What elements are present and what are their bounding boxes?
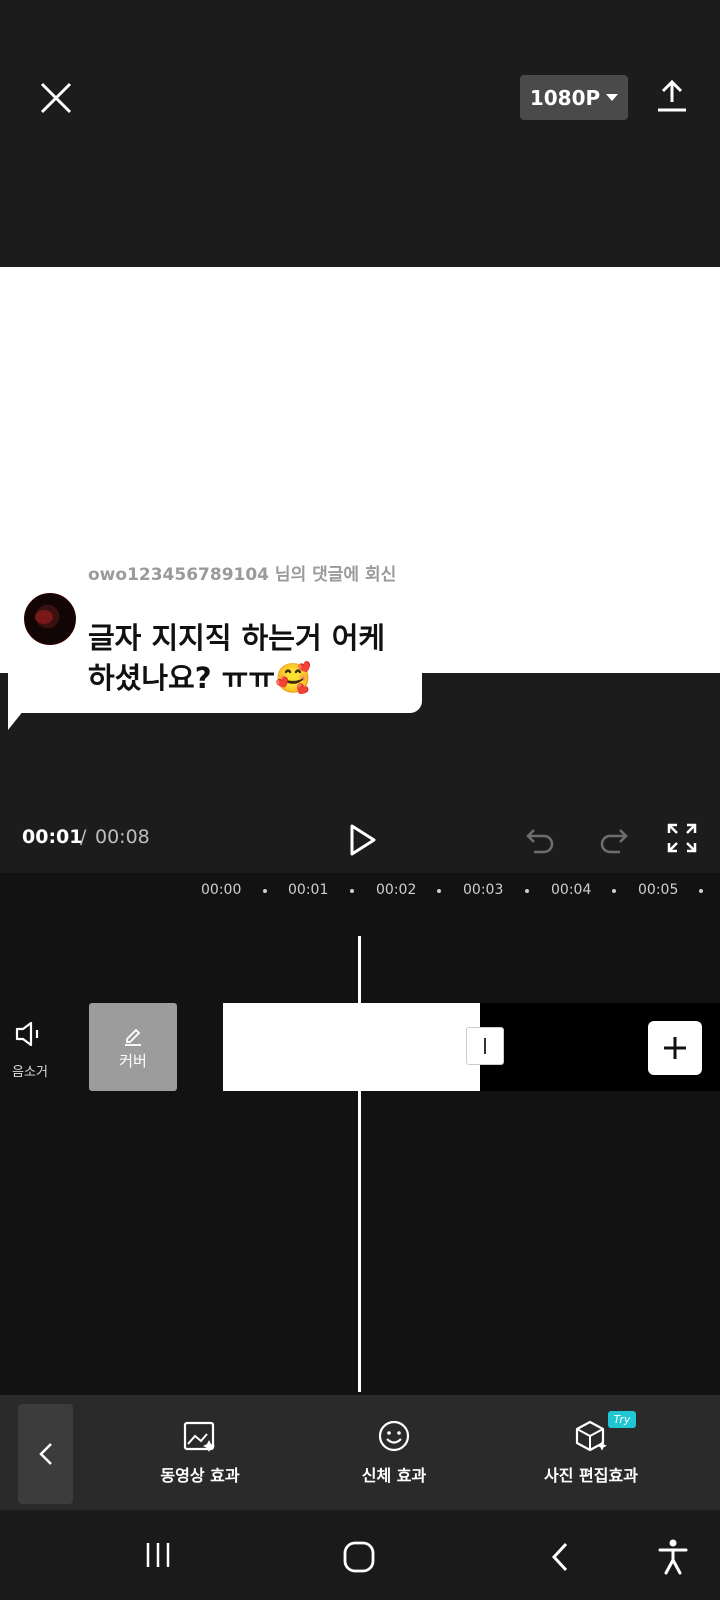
- undo-icon: [526, 829, 554, 854]
- cover-button[interactable]: 커버: [89, 1003, 177, 1091]
- accessibility-button[interactable]: [656, 1538, 690, 1576]
- ruler-dot: [350, 889, 354, 893]
- play-button[interactable]: [344, 822, 380, 858]
- current-time: 00:01: [22, 826, 83, 848]
- redo-icon: [600, 829, 628, 854]
- video-effect-icon: [183, 1421, 215, 1452]
- photo-effect-icon: [575, 1420, 607, 1452]
- undo-button[interactable]: [524, 822, 558, 856]
- ruler-tick-label: 00:04: [551, 882, 592, 898]
- reply-to-text: owo123456789104 님의 댓글에 회신: [88, 565, 397, 585]
- clip-trim-handle[interactable]: [466, 1027, 504, 1065]
- redo-button[interactable]: [596, 822, 630, 856]
- speaker-icon: [15, 1021, 39, 1047]
- time-separator: /: [80, 826, 87, 848]
- accessibility-icon: [658, 1539, 688, 1575]
- ruler-dot: [612, 889, 616, 893]
- mute-label: 음소거: [12, 1065, 48, 1080]
- chevron-left-icon: [38, 1443, 52, 1465]
- toolbar-back-button[interactable]: [18, 1404, 73, 1504]
- ruler-dot: [525, 889, 529, 893]
- comment-text: 글자 지지직 하는거 어케 하셨나요? ㅠㅠ🥰: [88, 621, 386, 695]
- pencil-icon: [125, 1028, 141, 1046]
- system-back-button[interactable]: [548, 1540, 572, 1574]
- recent-apps-button[interactable]: [143, 1540, 173, 1570]
- photo-effect-button[interactable]: 사진 편집효과: [536, 1418, 646, 1486]
- comment-bubble-tail: [8, 700, 32, 730]
- ruler-tick-label: 00:02: [376, 882, 417, 898]
- close-icon: [40, 82, 72, 114]
- tool-label: 신체 효과: [361, 1466, 427, 1485]
- add-clip-button[interactable]: [648, 1021, 702, 1075]
- try-badge: Try: [608, 1411, 636, 1428]
- ruler-tick-label: 00:05: [638, 882, 679, 898]
- fullscreen-icon: [667, 823, 697, 853]
- recent-apps-icon: [146, 1543, 170, 1567]
- home-button[interactable]: [342, 1540, 376, 1574]
- home-icon: [343, 1541, 375, 1573]
- avatar: [24, 593, 76, 645]
- resolution-label: 1080P: [529, 85, 601, 110]
- tool-label: 동영상 효과: [160, 1466, 240, 1485]
- body-effect-button[interactable]: 신체 효과: [344, 1418, 444, 1486]
- fullscreen-button[interactable]: [666, 822, 698, 854]
- caret-down-icon: [606, 94, 619, 101]
- ruler-tick-label: 00:01: [288, 882, 329, 898]
- video-clip[interactable]: [223, 1003, 480, 1091]
- total-time: 00:08: [95, 826, 150, 848]
- upload-icon: [658, 79, 686, 112]
- cover-label: 커버: [119, 1051, 147, 1070]
- smiley-icon: [378, 1420, 410, 1452]
- ruler-tick-label: 00:03: [463, 882, 504, 898]
- ruler-dot: [699, 889, 703, 893]
- close-button[interactable]: [34, 76, 78, 120]
- play-icon: [350, 824, 376, 856]
- top-bar: [0, 0, 720, 267]
- export-button[interactable]: [652, 76, 692, 116]
- tool-label: 사진 편집효과: [544, 1466, 638, 1485]
- plus-icon: [664, 1037, 686, 1059]
- mute-button[interactable]: [14, 1020, 44, 1048]
- video-effect-button[interactable]: 동영상 효과: [150, 1418, 250, 1486]
- ruler-dot: [437, 889, 441, 893]
- playhead[interactable]: [358, 936, 361, 1392]
- resolution-dropdown[interactable]: 1080P: [520, 75, 628, 120]
- ruler-tick-label: 00:00: [201, 882, 242, 898]
- ruler-dot: [263, 889, 267, 893]
- back-icon: [551, 1542, 568, 1572]
